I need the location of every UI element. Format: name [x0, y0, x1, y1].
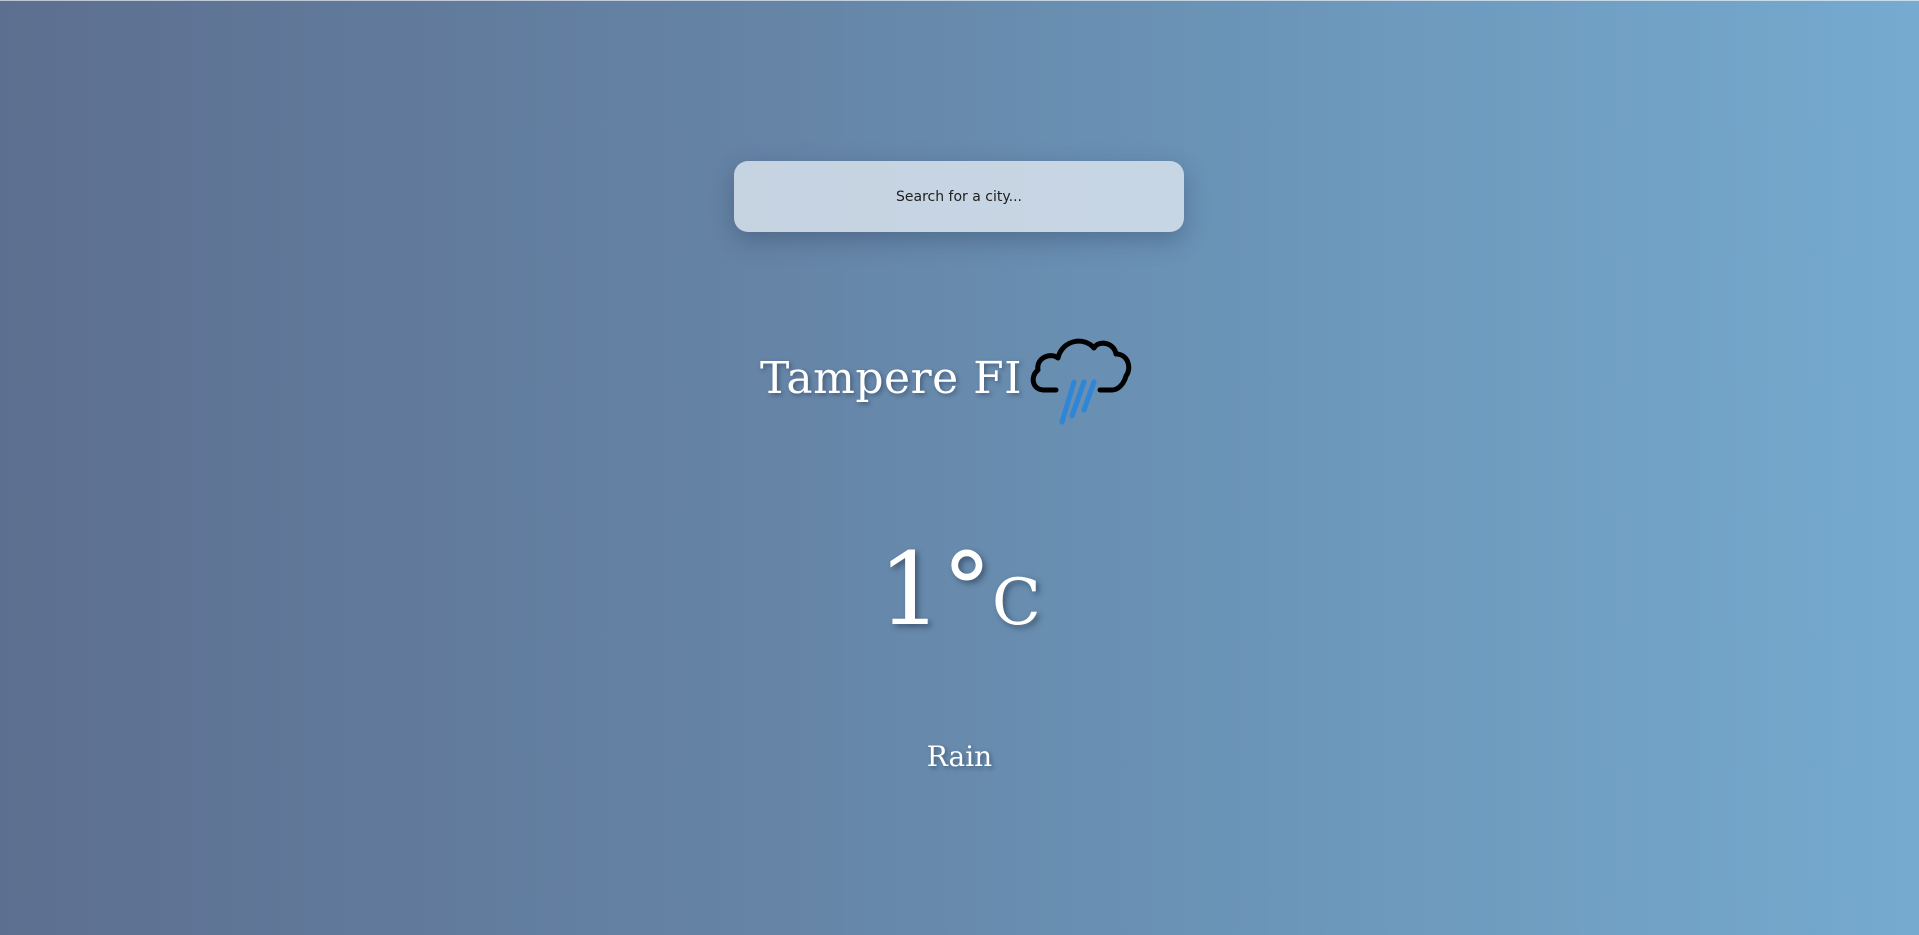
- weather-condition: Rain: [926, 740, 993, 773]
- rain-cloud-icon: [1030, 338, 1132, 425]
- temperature-unit: C: [991, 566, 1041, 640]
- city-name: Tampere FI: [760, 352, 1023, 404]
- degree-symbol: °: [941, 531, 992, 648]
- temperature-display: 1°C: [0, 540, 1919, 640]
- top-border: [0, 0, 1919, 1]
- location-header: Tampere FI: [760, 318, 1142, 438]
- city-search-input[interactable]: [734, 161, 1184, 232]
- temperature-value: 1: [878, 531, 942, 648]
